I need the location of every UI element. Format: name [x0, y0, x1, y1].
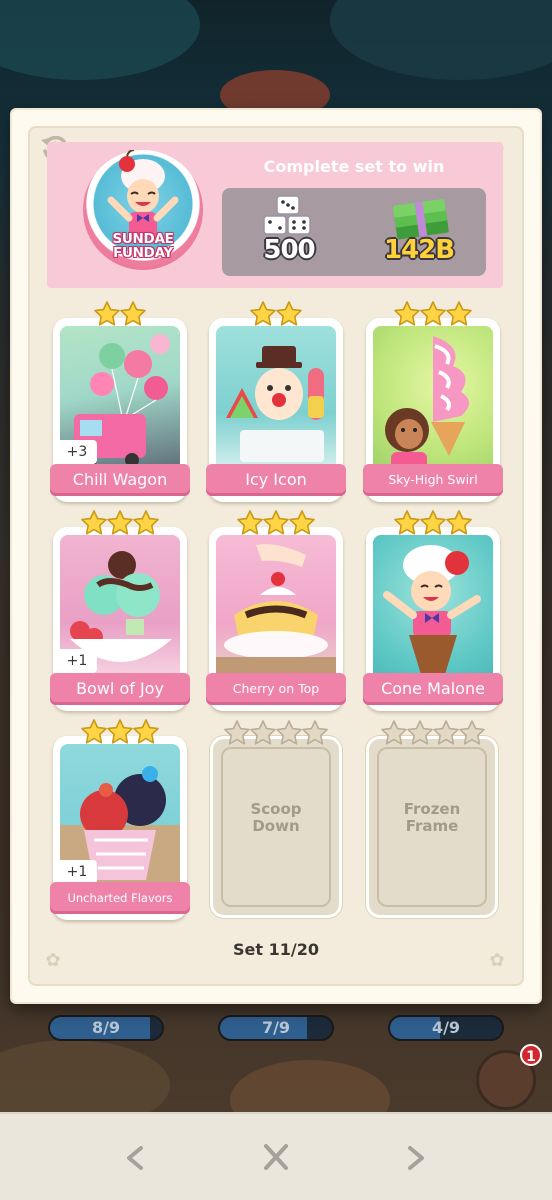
star-icon: [133, 510, 159, 535]
album-progress-bar[interactable]: 4/9: [388, 1015, 504, 1041]
sticker-name: Scoop Down: [213, 801, 339, 835]
sticker-name: Frozen Frame: [369, 801, 495, 835]
sticker-card-scoop-down[interactable]: Scoop Down: [210, 736, 342, 918]
bottom-navigation: [0, 1112, 552, 1200]
duplicate-count: +1: [57, 860, 97, 884]
chevron-right-icon: [408, 1146, 424, 1170]
sticker-name-banner: Icy Icon: [206, 464, 346, 496]
star-icon: [107, 510, 133, 535]
duplicate-count: +1: [57, 649, 97, 673]
album-progress-label: 4/9: [431, 1018, 461, 1037]
sticker-name-banner: Sky-High Swirl: [363, 464, 503, 496]
album-progress-bar[interactable]: 7/9: [218, 1015, 334, 1041]
close-button[interactable]: [252, 1136, 300, 1180]
star-icon: [237, 510, 263, 535]
sticker-name: Sky-High Swirl: [388, 472, 478, 487]
star-icon: [446, 510, 472, 535]
star-rating: [209, 719, 343, 749]
close-icon: [264, 1144, 288, 1170]
sticker-name: Cone Malone: [381, 679, 485, 698]
sticker-card-chill-wagon[interactable]: +3 Chill Wagon: [50, 318, 190, 502]
star-icon: [433, 720, 459, 745]
star-rating: [209, 300, 343, 330]
sticker-name-text: Frozen Frame: [403, 800, 461, 835]
corner-ornament-icon: ✿: [489, 950, 505, 971]
sticker-name-banner: Uncharted Flavors: [50, 882, 190, 914]
sticker-name: Uncharted Flavors: [67, 891, 173, 905]
star-rating: [53, 509, 187, 539]
duplicate-count: +3: [57, 440, 97, 464]
sticker-card-frozen-frame[interactable]: Frozen Frame: [366, 736, 498, 918]
star-rating: [53, 300, 187, 330]
next-button[interactable]: [392, 1136, 440, 1180]
sticker-name: Bowl of Joy: [76, 679, 164, 698]
sticker-card-bowl-of-joy[interactable]: +1 Bowl of Joy: [50, 527, 190, 711]
star-icon: [250, 720, 276, 745]
star-icon: [224, 720, 250, 745]
set-name: SUNDAE FUNDAY: [112, 231, 174, 261]
sticker-name: Icy Icon: [245, 470, 307, 489]
star-icon: [276, 720, 302, 745]
star-rating: [53, 718, 187, 748]
star-rating: [366, 300, 500, 330]
star-icon: [133, 719, 159, 744]
star-icon: [420, 301, 446, 326]
star-icon: [120, 301, 146, 326]
star-icon: [302, 720, 328, 745]
cash-reward-value: 142B: [383, 235, 455, 265]
star-icon: [81, 510, 107, 535]
star-icon: [407, 720, 433, 745]
previous-button[interactable]: [111, 1136, 159, 1180]
sticker-art: [373, 326, 493, 472]
star-icon: [263, 510, 289, 535]
star-icon: [250, 301, 276, 326]
star-rating: [366, 509, 500, 539]
star-icon: [107, 719, 133, 744]
dice-reward-value: 500: [263, 235, 315, 265]
star-icon: [276, 301, 302, 326]
sticker-name-text: Scoop Down: [250, 800, 302, 835]
notification-badge: 1: [520, 1044, 542, 1066]
star-icon: [394, 510, 420, 535]
sticker-name: Cherry on Top: [232, 681, 320, 696]
sticker-card-sky-high-swirl[interactable]: Sky-High Swirl: [363, 318, 503, 502]
sticker-name: Chill Wagon: [72, 470, 168, 489]
album-progress-label: 8/9: [91, 1018, 121, 1037]
star-icon: [446, 301, 472, 326]
album-progress-bar[interactable]: 8/9: [48, 1015, 164, 1041]
sticker-card-uncharted-flavors[interactable]: +1 Uncharted Flavors: [50, 736, 190, 920]
sticker-card-icy-icon[interactable]: Icy Icon: [206, 318, 346, 502]
sticker-card-cone-malone[interactable]: Cone Malone: [363, 527, 503, 711]
album-progress-label: 7/9: [261, 1018, 291, 1037]
star-rating: [209, 509, 343, 539]
star-icon: [289, 510, 315, 535]
star-icon: [394, 301, 420, 326]
reward-title: Complete set to win: [263, 157, 445, 176]
sticker-name-banner: Bowl of Joy: [50, 673, 190, 705]
star-icon: [81, 719, 107, 744]
corner-ornament-icon: ✿: [45, 950, 61, 971]
star-icon: [420, 510, 446, 535]
sticker-name-banner: Cone Malone: [363, 673, 503, 705]
sticker-name-banner: Cherry on Top: [206, 673, 346, 705]
sticker-art: [216, 535, 336, 681]
sticker-art: [216, 326, 336, 472]
star-icon: [94, 301, 120, 326]
star-icon: [381, 720, 407, 745]
sticker-card-cherry-on-top[interactable]: Cherry on Top: [206, 527, 346, 711]
star-rating: [366, 719, 500, 749]
chevron-left-icon: [127, 1146, 143, 1170]
sticker-art: [373, 535, 493, 681]
set-progress-label: Set 11/20: [233, 940, 319, 959]
sticker-name-banner: Chill Wagon: [50, 464, 190, 496]
star-icon: [459, 720, 485, 745]
